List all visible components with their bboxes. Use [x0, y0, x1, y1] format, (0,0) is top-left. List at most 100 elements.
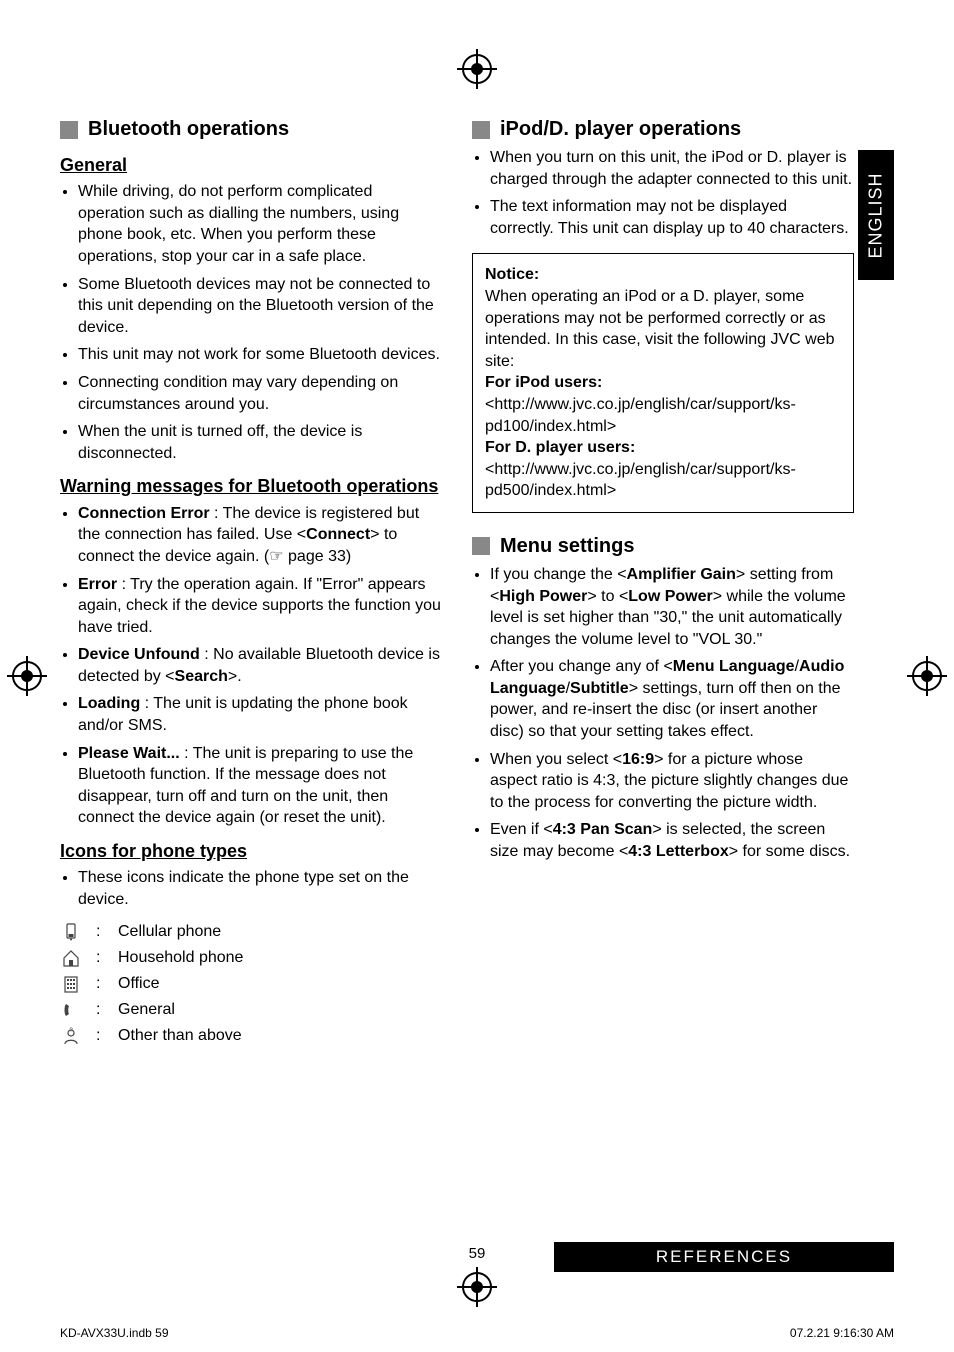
section-title: Menu settings — [500, 533, 634, 560]
cellular-phone-icon — [60, 921, 82, 943]
ipod-list: When you turn on this unit, the iPod or … — [472, 147, 854, 239]
warning-list: Connection Error : The device is registe… — [60, 503, 442, 829]
section-marker-icon — [472, 537, 490, 555]
notice-line: For D. player users: <http://www.jvc.co.… — [485, 437, 841, 502]
print-metadata: KD-AVX33U.indb 59 07.2.21 9:16:30 AM — [60, 1326, 894, 1340]
registration-mark-top — [462, 54, 492, 84]
section-header-bluetooth: Bluetooth operations — [60, 116, 442, 143]
right-column: iPod/D. player operations When you turn … — [472, 110, 894, 1051]
registration-mark-left — [12, 661, 42, 691]
notice-line: For iPod users: <http://www.jvc.co.jp/en… — [485, 372, 841, 437]
list-item: After you change any of <Menu Language/A… — [490, 656, 854, 742]
list-item: When the unit is turned off, the device … — [78, 421, 442, 464]
icon-label: Household phone — [118, 947, 243, 969]
section-title: Bluetooth operations — [88, 116, 289, 143]
registration-mark-right — [912, 661, 942, 691]
list-item: When you turn on this unit, the iPod or … — [490, 147, 854, 190]
bold: High Power — [499, 588, 587, 605]
section-title: iPod/D. player operations — [500, 116, 741, 143]
list-item: Error : Try the operation again. If "Err… — [78, 574, 442, 639]
term-label: Device Unfound — [78, 646, 200, 663]
term-label: Connection Error — [78, 505, 210, 522]
table-row: ? : Other than above — [60, 1025, 442, 1047]
list-item: This unit may not work for some Bluetoot… — [78, 344, 442, 366]
language-tab: ENGLISH — [858, 150, 894, 280]
icons-intro-list: These icons indicate the phone type set … — [60, 867, 442, 910]
colon: : — [96, 999, 104, 1021]
registration-mark-bottom — [462, 1272, 492, 1302]
left-column: Bluetooth operations General While drivi… — [60, 110, 442, 1051]
notice-label: For iPod users: — [485, 374, 602, 391]
text: Even if < — [490, 821, 553, 838]
text: > to < — [587, 588, 628, 605]
term-label: Error — [78, 576, 117, 593]
table-row: : Household phone — [60, 947, 442, 969]
bold: Menu Language — [673, 658, 795, 675]
section-marker-icon — [60, 121, 78, 139]
general-phone-icon — [60, 999, 82, 1021]
other-phone-icon: ? — [60, 1025, 82, 1047]
colon: : — [96, 921, 104, 943]
term-text: : Try the operation again. If "Error" ap… — [78, 576, 441, 636]
notice-text: When operating an iPod or a D. player, s… — [485, 286, 841, 372]
bold: Amplifier Gain — [627, 566, 736, 583]
section-header-ipod: iPod/D. player operations — [472, 116, 854, 143]
section-marker-icon — [472, 121, 490, 139]
list-item: Connection Error : The device is registe… — [78, 503, 442, 568]
house-phone-icon — [60, 947, 82, 969]
term-bold: Connect — [306, 526, 370, 543]
bold: 16:9 — [622, 751, 654, 768]
list-item: The text information may not be displaye… — [490, 196, 854, 239]
text: When you select < — [490, 751, 622, 768]
print-meta-left: KD-AVX33U.indb 59 — [60, 1326, 169, 1340]
notice-box: Notice: When operating an iPod or a D. p… — [472, 253, 854, 513]
list-item: Loading : The unit is updating the phone… — [78, 693, 442, 736]
bold: Low Power — [628, 588, 712, 605]
notice-url: <http://www.jvc.co.jp/english/car/suppor… — [485, 461, 796, 500]
list-item: Please Wait... : The unit is preparing t… — [78, 743, 442, 829]
table-row: : General — [60, 999, 442, 1021]
section-header-menu: Menu settings — [472, 533, 854, 560]
notice-url: <http://www.jvc.co.jp/english/car/suppor… — [485, 396, 796, 435]
general-list: While driving, do not perform complicate… — [60, 181, 442, 464]
print-meta-right: 07.2.21 9:16:30 AM — [790, 1326, 894, 1340]
list-item: While driving, do not perform complicate… — [78, 181, 442, 267]
term-bold: Search — [175, 668, 228, 685]
list-item: Even if <4:3 Pan Scan> is selected, the … — [490, 819, 854, 862]
colon: : — [96, 947, 104, 969]
text: If you change the < — [490, 566, 627, 583]
bold: 4:3 Pan Scan — [553, 821, 653, 838]
icon-label: General — [118, 999, 175, 1021]
phone-type-icons-table: : Cellular phone : Household phone : Off… — [60, 921, 442, 1047]
notice-label: For D. player users: — [485, 439, 635, 456]
language-tab-label: ENGLISH — [866, 172, 887, 258]
text: After you change any of < — [490, 658, 673, 675]
page-content: Bluetooth operations General While drivi… — [0, 0, 954, 1260]
term-label: Loading — [78, 695, 140, 712]
text: > for some discs. — [729, 843, 850, 860]
colon: : — [96, 1025, 104, 1047]
icon-label: Other than above — [118, 1025, 242, 1047]
list-item: These icons indicate the phone type set … — [78, 867, 442, 910]
menu-list: If you change the <Amplifier Gain> setti… — [472, 564, 854, 863]
colon: : — [96, 973, 104, 995]
bold: 4:3 Letterbox — [628, 843, 728, 860]
footer-section-bar: REFERENCES — [554, 1242, 894, 1272]
list-item: Device Unfound : No available Bluetooth … — [78, 644, 442, 687]
list-item: Some Bluetooth devices may not be connec… — [78, 274, 442, 339]
subheading-icons: Icons for phone types — [60, 839, 442, 863]
list-item: If you change the <Amplifier Gain> setti… — [490, 564, 854, 650]
table-row: : Cellular phone — [60, 921, 442, 943]
icon-label: Office — [118, 973, 160, 995]
bold: Subtitle — [570, 680, 629, 697]
subheading-warning: Warning messages for Bluetooth operation… — [60, 474, 442, 498]
term-text: >. — [228, 668, 242, 685]
list-item: Connecting condition may vary depending … — [78, 372, 442, 415]
term-label: Please Wait... — [78, 745, 180, 762]
list-item: When you select <16:9> for a picture who… — [490, 749, 854, 814]
subheading-general: General — [60, 153, 442, 177]
notice-title: Notice: — [485, 264, 841, 286]
icon-label: Cellular phone — [118, 921, 221, 943]
office-icon — [60, 973, 82, 995]
table-row: : Office — [60, 973, 442, 995]
